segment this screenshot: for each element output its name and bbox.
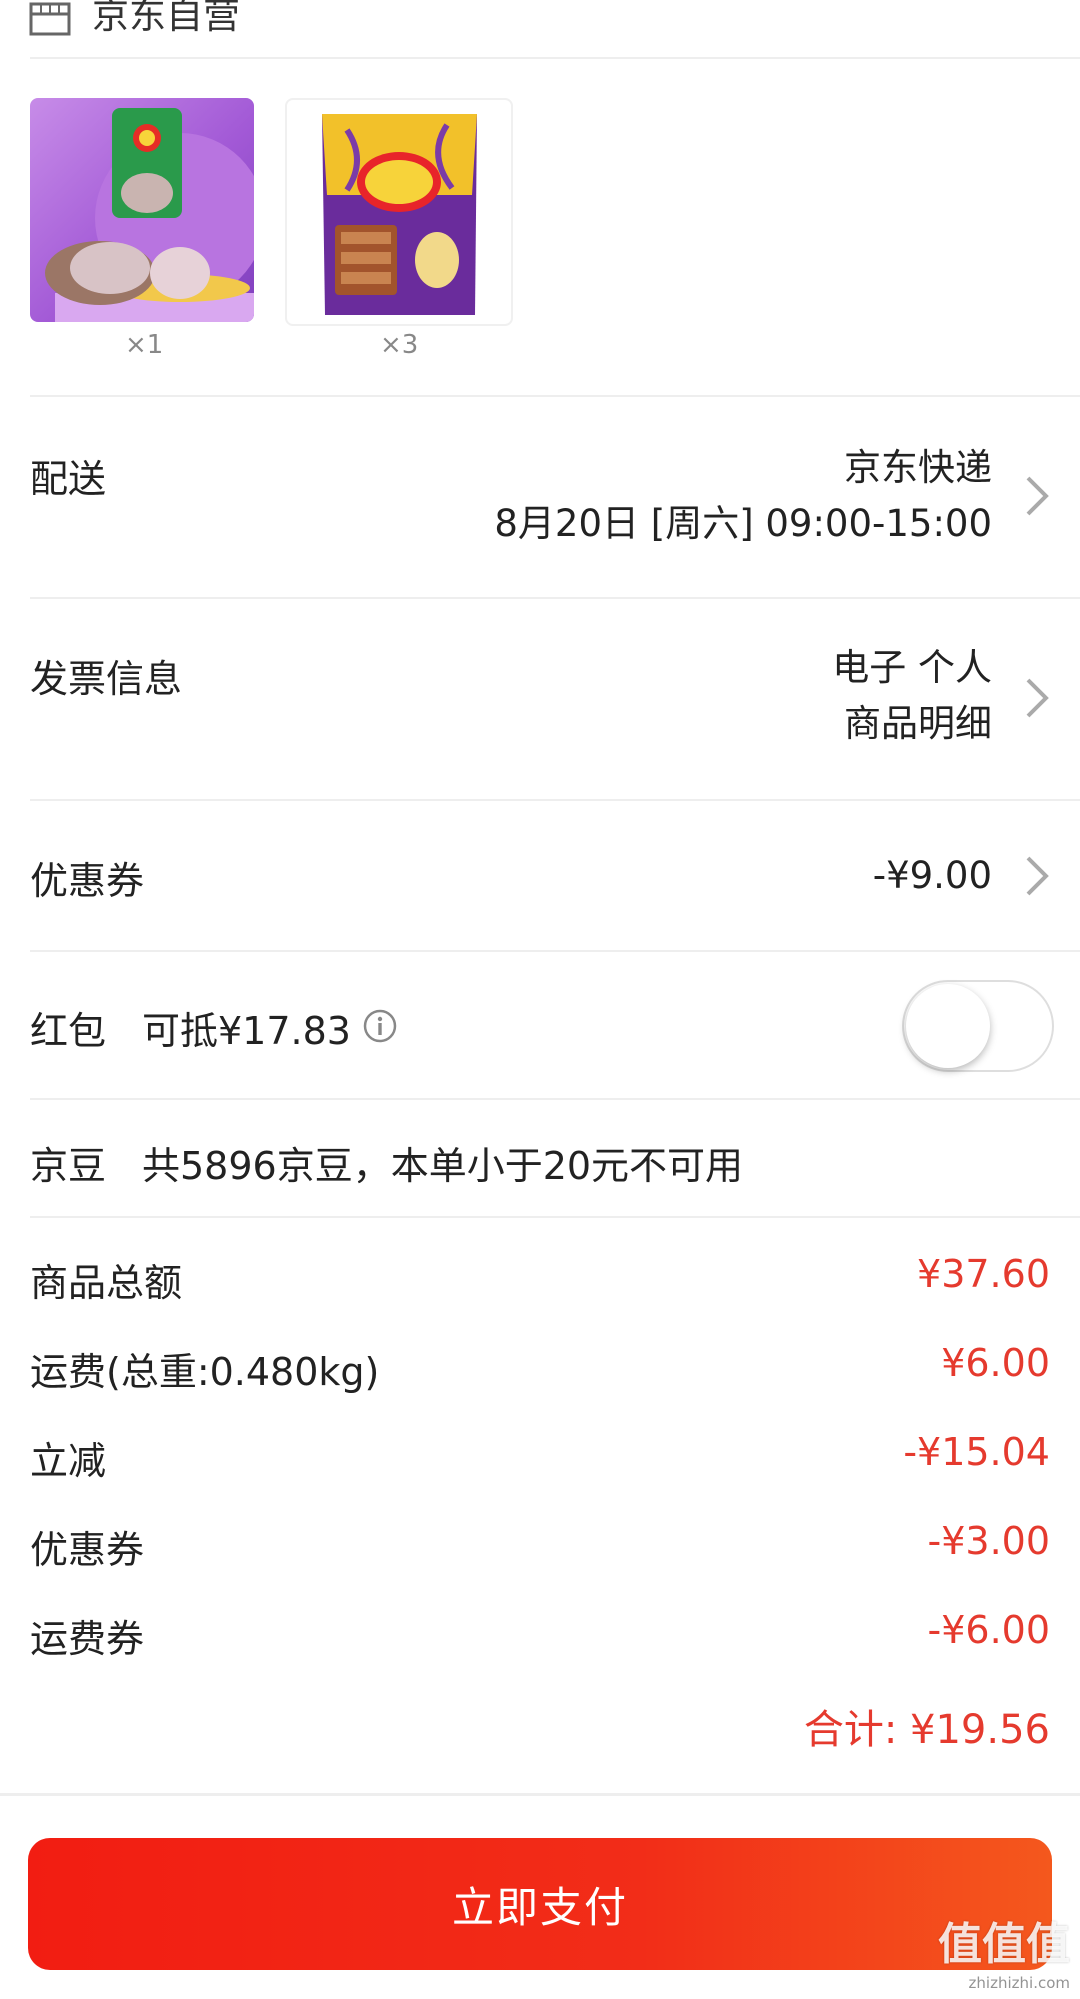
product-image-1[interactable] — [30, 98, 254, 322]
red-packet-toggle[interactable] — [902, 980, 1054, 1072]
summary-value: -¥3.00 — [927, 1519, 1051, 1563]
store-name: 京东自营 — [92, 0, 240, 37]
chevron-right-icon — [1026, 856, 1049, 896]
invoice-label: 发票信息 — [30, 657, 183, 701]
divider — [30, 1216, 1080, 1218]
summary-label: 商品总额 — [30, 1261, 183, 1305]
product-qty-2: ×3 — [380, 330, 419, 360]
product-qty-1: ×1 — [125, 330, 164, 360]
chevron-right-icon — [1026, 678, 1049, 718]
watermark: 值值值 zhizhizhi.com — [920, 1908, 1070, 1998]
delivery-time: 8月20日 [周六] 09:00-15:00 — [494, 502, 992, 545]
delivery-label: 配送 — [30, 457, 107, 501]
product-image-2[interactable] — [285, 98, 513, 326]
toggle-knob — [906, 984, 990, 1068]
divider — [30, 57, 1080, 59]
store-icon — [29, 2, 71, 36]
coupon-label: 优惠券 — [30, 859, 145, 903]
chevron-right-icon — [1026, 476, 1049, 516]
invoice-info: 电子 个人 商品明细 — [832, 640, 992, 752]
jingdou-label: 京豆 — [30, 1144, 107, 1188]
divider — [30, 395, 1080, 397]
divider — [30, 1098, 1080, 1100]
summary-value: ¥6.00 — [941, 1341, 1050, 1385]
divider — [30, 597, 1080, 599]
watermark-logo: 值值值 — [938, 1919, 1070, 1970]
watermark-url: zhizhizhi.com — [968, 1974, 1070, 1992]
info-icon[interactable] — [362, 1008, 398, 1044]
divider — [30, 950, 1080, 952]
divider — [0, 1793, 1080, 1796]
pay-now-button[interactable]: 立即支付 — [28, 1838, 1052, 1970]
summary-label: 运费券 — [30, 1617, 145, 1661]
jingdou-note: 共5896京豆，本单小于20元不可用 — [142, 1144, 744, 1188]
red-packet-label: 红包 — [30, 1009, 107, 1053]
summary-label: 运费(总重:0.480kg) — [30, 1350, 380, 1394]
invoice-content: 商品明细 — [844, 702, 992, 745]
order-total: 合计: ¥19.56 — [803, 1707, 1050, 1753]
summary-value: ¥37.60 — [917, 1252, 1050, 1296]
red-packet-deductible: 可抵¥17.83 — [142, 1009, 351, 1053]
delivery-carrier: 京东快递 — [844, 446, 992, 489]
divider — [30, 799, 1080, 801]
coupon-value: -¥9.00 — [872, 854, 992, 897]
summary-value: -¥6.00 — [927, 1608, 1051, 1652]
summary-label: 优惠券 — [30, 1528, 145, 1572]
invoice-type: 电子 个人 — [832, 646, 992, 689]
delivery-info: 京东快递 8月20日 [周六] 09:00-15:00 — [494, 440, 992, 552]
lays-taro-chips-image — [45, 108, 254, 322]
summary-value: -¥15.04 — [903, 1430, 1050, 1474]
lays-purple-chips-image — [322, 114, 477, 315]
summary-label: 立减 — [30, 1439, 107, 1483]
